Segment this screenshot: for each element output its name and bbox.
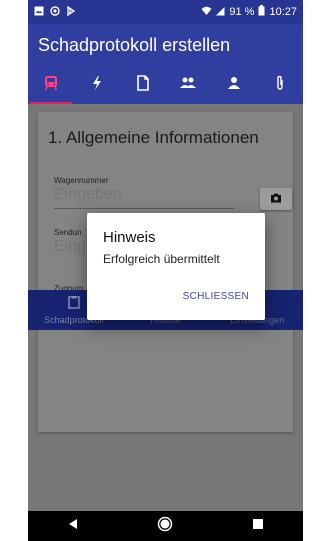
people-icon: [179, 76, 197, 95]
close-button[interactable]: SCHLIESSEN: [183, 291, 249, 302]
tab-documents[interactable]: [120, 66, 166, 104]
clipboard-icon: [67, 295, 81, 314]
flash-icon: [90, 75, 104, 96]
battery-level: 91 %: [229, 6, 255, 18]
tab-attachments[interactable]: [257, 66, 303, 104]
tab-damage[interactable]: [74, 66, 120, 104]
nfc-notification-icon: [66, 5, 76, 19]
camera-button[interactable]: [260, 188, 292, 210]
system-navigation-bar: [28, 511, 303, 541]
signal-icon: [216, 6, 225, 19]
camera-icon: [270, 190, 282, 208]
person-icon: [227, 76, 241, 95]
back-icon[interactable]: [67, 517, 79, 535]
clock: 10:27: [269, 6, 297, 18]
record-notification-icon: [50, 5, 60, 19]
recents-icon[interactable]: [252, 517, 264, 535]
wifi-icon: [201, 6, 212, 19]
status-bar: 91 % 10:27: [28, 0, 303, 24]
tab-bar: [28, 66, 303, 104]
battery-icon: [258, 5, 265, 19]
tab-person[interactable]: [211, 66, 257, 104]
dialog-message: Erfolgreich übermittelt: [103, 252, 220, 266]
wagon-number-label: Wagennummer: [54, 176, 109, 185]
wagon-number-underline: [54, 208, 234, 209]
dialog-title: Hinweis: [103, 229, 156, 246]
page-title: Schadprotokoll erstellen: [38, 34, 231, 55]
notice-dialog: Hinweis Erfolgreich übermittelt SCHLIESS…: [87, 213, 265, 320]
tab-persons[interactable]: [165, 66, 211, 104]
wagon-number-input[interactable]: [54, 186, 254, 204]
home-icon[interactable]: [157, 516, 173, 537]
image-notification-icon: [34, 6, 44, 19]
app-bar: Schadprotokoll erstellen: [28, 24, 303, 66]
section-title: 1. Allgemeine Informationen: [48, 128, 259, 147]
shipment-label: Sendun: [54, 228, 82, 237]
tab-wagon[interactable]: [28, 66, 74, 104]
train-icon: [42, 74, 60, 97]
attachment-icon: [274, 75, 286, 96]
document-icon: [136, 74, 150, 96]
